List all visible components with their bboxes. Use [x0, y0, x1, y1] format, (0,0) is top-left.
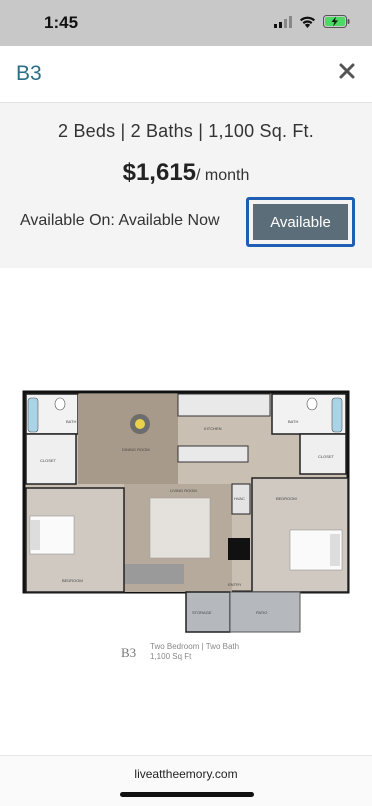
label-bath-right: BATH [288, 419, 298, 424]
floorplan-caption-desc: Two Bedroom | Two Bath 1,100 Sq Ft [150, 642, 239, 662]
label-bedroom-right: BEDROOM [276, 496, 297, 501]
site-url[interactable]: liveattheemory.com [0, 767, 372, 781]
wifi-icon [300, 16, 315, 28]
floorplan-caption-line2: 1,100 Sq Ft [150, 652, 192, 661]
floorplan-area: BATH CLOSET DINING ROOM KITCHEN BATH CLO… [0, 268, 372, 756]
price: $1,615 [122, 159, 197, 186]
unit-specs: 2 Beds | 2 Baths | 1,100 Sq. Ft. [58, 121, 314, 141]
label-entry: ENTRY [228, 582, 242, 587]
close-icon[interactable] [336, 60, 358, 82]
floorplan-caption-unit: B3 [121, 645, 137, 660]
label-bath-left: BATH [66, 419, 76, 424]
label-closet-left: CLOSET [40, 458, 57, 463]
status-bar: 1:45 [0, 0, 372, 46]
label-kitchen: KITCHEN [204, 426, 222, 431]
floorplan-caption-line1: Two Bedroom | Two Bath [150, 642, 240, 651]
label-closet-right: CLOSET [318, 454, 335, 459]
floorplan-image: BATH CLOSET DINING ROOM KITCHEN BATH CLO… [22, 390, 350, 633]
label-dining: DINING ROOM [122, 447, 150, 452]
browser-address-bar[interactable]: liveattheemory.com [0, 755, 372, 806]
price-period: / month [196, 167, 250, 184]
modal-header: B3 [0, 46, 372, 103]
status-icons [274, 15, 350, 28]
home-indicator[interactable] [120, 792, 254, 797]
unit-details-panel: 2 Beds | 2 Baths | 1,100 Sq. Ft. $1,615/… [0, 103, 372, 268]
label-patio: PATIO [256, 610, 267, 615]
price-line: $1,615/ month [0, 159, 372, 187]
label-bedroom-left: BEDROOM [62, 578, 83, 583]
battery-charging-icon [323, 15, 350, 28]
available-button[interactable]: Available [253, 204, 348, 240]
availability-text: Available On: Available Now [20, 212, 220, 229]
label-storage: STORAGE [192, 610, 212, 615]
available-button-focus-ring: Available [246, 197, 355, 247]
label-living: LIVING ROOM [170, 488, 197, 493]
signal-icon [274, 15, 292, 28]
label-hvac: HVAC [234, 496, 245, 501]
status-time: 1:45 [44, 13, 79, 32]
unit-title: B3 [16, 62, 42, 85]
